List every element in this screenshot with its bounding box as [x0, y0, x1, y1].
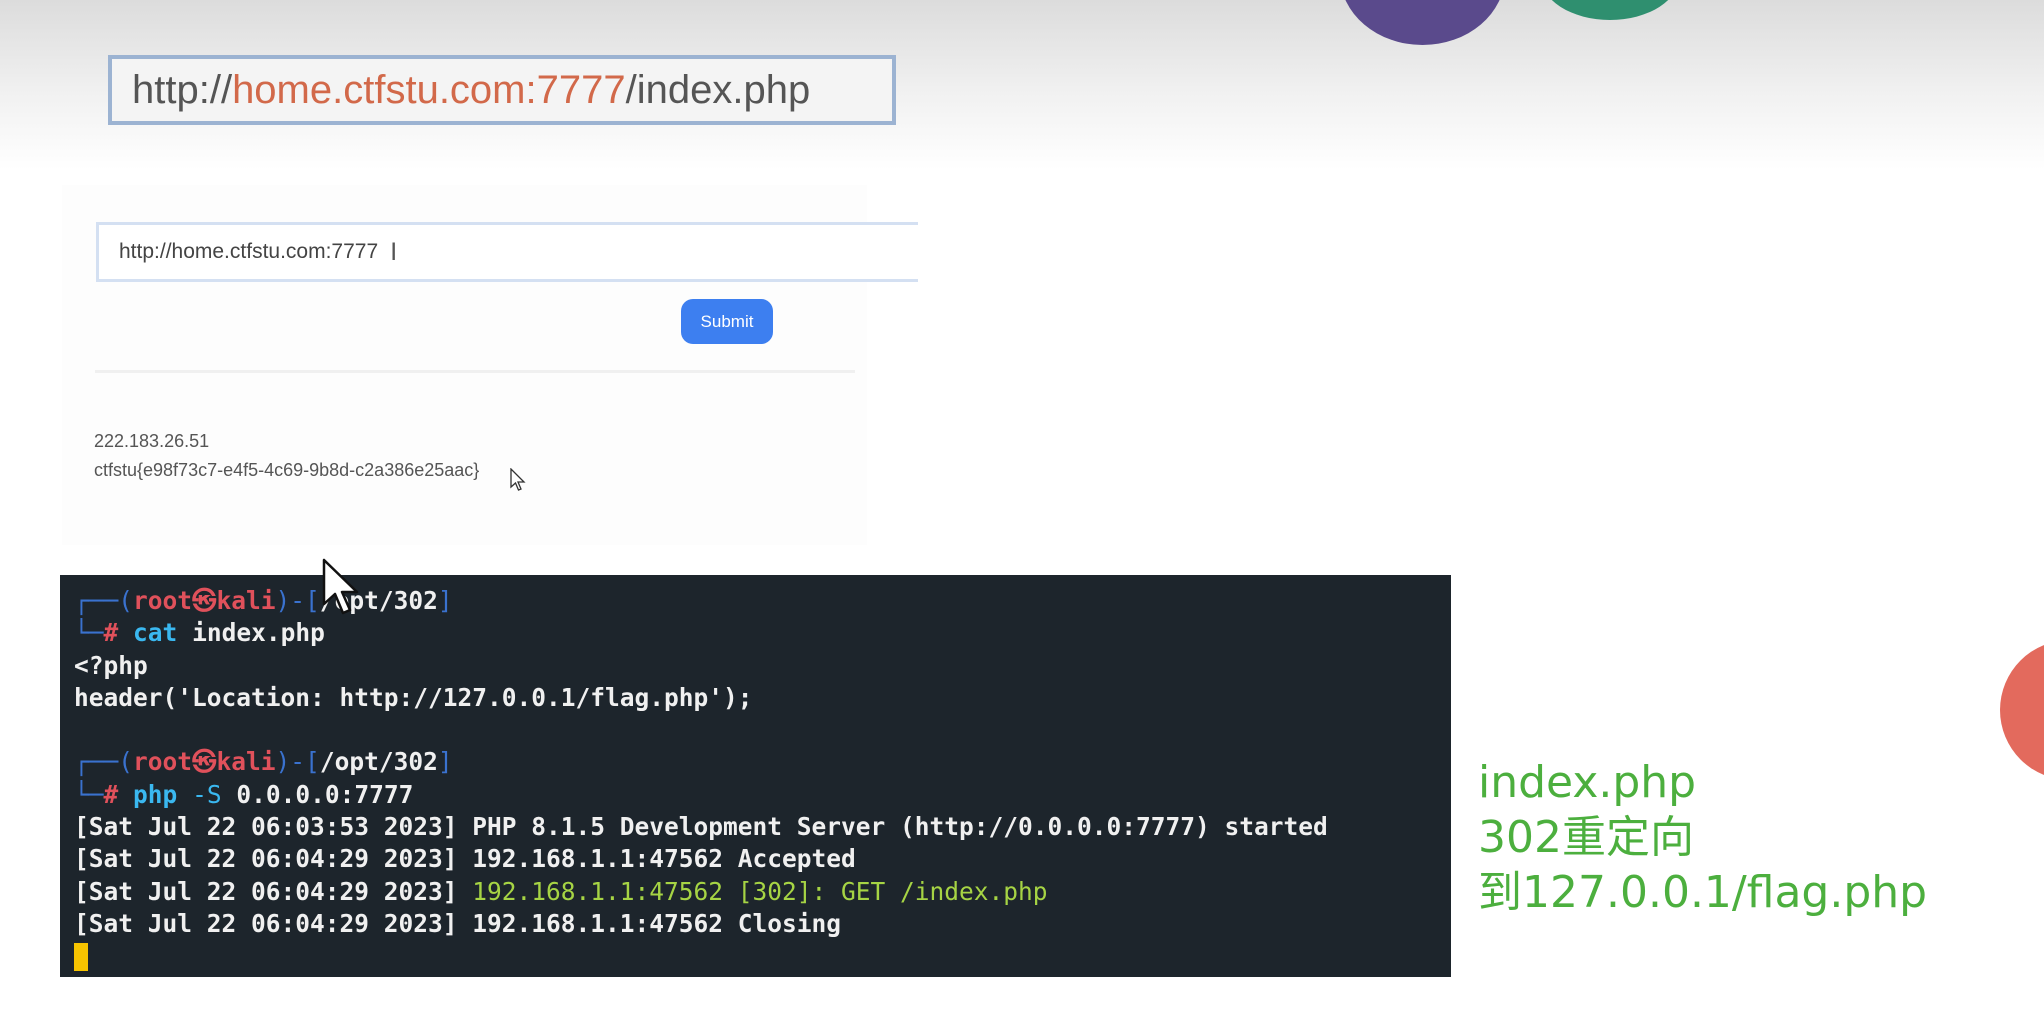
mouse-pointer-icon [322, 558, 359, 615]
note-line: index.php [1478, 757, 1697, 808]
mouse-pointer-icon [510, 468, 526, 491]
note-line: 到127.0.0.1/flag.php [1478, 867, 1928, 918]
terminal-log-line: [Sat Jul 22 06:04:29 2023] 192.168.1.1:4… [74, 844, 856, 874]
terminal[interactable]: ┌──(root㉿kali)-[/opt/302] └─# cat index.… [60, 575, 1451, 977]
terminal-prompt: ┌──(root㉿kali)-[/opt/302] [74, 747, 453, 777]
terminal-output: header('Location: http://127.0.0.1/flag.… [74, 682, 753, 712]
banner-url-path: /index.php [625, 67, 811, 112]
divider [95, 370, 855, 373]
result-flag: ctfstu{e98f73c7-e4f5-4c69-9b8d-c2a386e25… [94, 460, 480, 480]
text-cursor-icon: I [390, 238, 398, 266]
terminal-command: └─# php -S 0.0.0.0:7777 [74, 779, 414, 809]
terminal-output: <?php [74, 650, 148, 680]
banner-url-prefix: http:// [132, 67, 233, 112]
result-ip: 222.183.26.51 [94, 431, 210, 451]
annotation-note: index.php 302重定向 到127.0.0.1/flag.php [1478, 755, 1927, 920]
terminal-log-line: [Sat Jul 22 06:03:53 2023] PHP 8.1.5 Dev… [74, 812, 1328, 842]
url-input[interactable]: http://home.ctfstu.com:7777 I [96, 222, 918, 282]
banner-url: http://home.ctfstu.com:7777/index.php [108, 55, 896, 125]
terminal-cursor [74, 943, 88, 972]
terminal-command: └─# cat index.php [74, 618, 325, 648]
submit-button[interactable]: Submit [681, 299, 773, 344]
url-input-value: http://home.ctfstu.com:7777 [119, 240, 379, 263]
decorative-blob-red [2000, 640, 2044, 780]
banner-url-host: home.ctfstu.com:7777 [232, 67, 626, 112]
terminal-log-line: [Sat Jul 22 06:04:29 2023] 192.168.1.1:4… [74, 876, 1048, 906]
terminal-log-line: [Sat Jul 22 06:04:29 2023] 192.168.1.1:4… [74, 908, 842, 938]
terminal-cursor-line [74, 940, 1451, 972]
note-line: 302重定向 [1478, 812, 1694, 863]
terminal-prompt: ┌──(root㉿kali)-[/opt/302] [74, 586, 453, 615]
